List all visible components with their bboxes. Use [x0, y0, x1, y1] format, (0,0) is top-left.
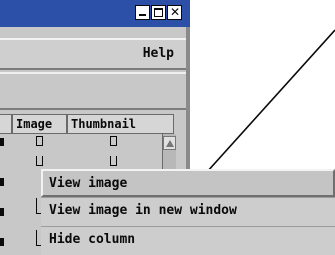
thumbnail-placeholder-icon [110, 136, 117, 146]
title-bar[interactable]: ✕ [0, 0, 190, 27]
column-header-leading[interactable] [0, 114, 12, 134]
menu-item-view-image[interactable]: View image [41, 169, 335, 197]
close-button[interactable]: ✕ [167, 5, 182, 20]
image-placeholder-icon [36, 156, 43, 166]
menu-item-hide-column[interactable]: Hide column [41, 227, 335, 255]
menu-item-view-image-new-window[interactable]: View image in new window [41, 198, 335, 226]
row-marker [0, 178, 4, 186]
column-header-image[interactable]: Image [12, 114, 67, 134]
table-header: Image Thumbnail [0, 114, 174, 134]
maximize-button[interactable] [151, 5, 166, 20]
image-placeholder-icon [36, 136, 43, 146]
toolbar-strip [0, 72, 186, 110]
arrow-up-icon [166, 140, 174, 147]
menu-help[interactable]: Help [143, 46, 174, 61]
thumbnail-placeholder-icon [110, 156, 117, 166]
menu-bar: Help [0, 38, 186, 70]
scroll-up-button[interactable] [163, 136, 176, 150]
row-marker [0, 208, 4, 216]
context-menu: View image View image in new window Hide… [41, 169, 335, 255]
maximize-icon [154, 8, 163, 17]
close-icon: ✕ [170, 5, 181, 19]
row-marker [0, 138, 4, 146]
minimize-icon [139, 14, 146, 16]
minimize-button[interactable] [135, 5, 150, 20]
column-header-thumbnail[interactable]: Thumbnail [67, 114, 174, 134]
row-marker [0, 238, 4, 246]
